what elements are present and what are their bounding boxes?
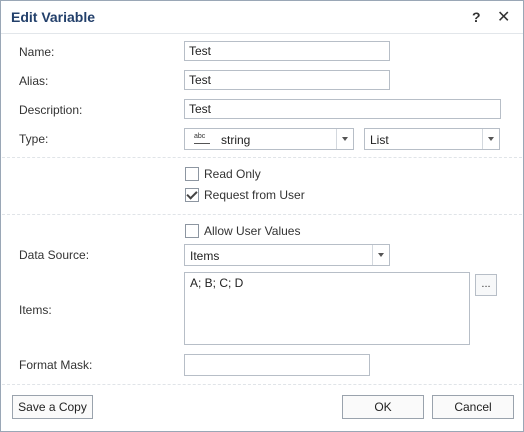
read-only-label: Read Only: [204, 167, 261, 181]
items-textarea[interactable]: A; B; C; D: [184, 272, 470, 345]
chevron-down-icon[interactable]: [482, 129, 499, 149]
allow-user-values-checkbox[interactable]: [185, 224, 199, 238]
name-input[interactable]: Test: [184, 41, 390, 61]
read-only-checkbox[interactable]: [185, 167, 199, 181]
data-source-value: Items: [190, 249, 220, 263]
description-label: Description:: [19, 103, 83, 117]
type-select-value: string: [221, 133, 251, 147]
alias-label: Alias:: [19, 74, 49, 88]
edit-variable-dialog: Edit Variable ? ✕ Name: Test Alias: Test…: [0, 0, 524, 432]
dialog-title: Edit Variable: [11, 9, 96, 25]
name-label: Name:: [19, 45, 55, 59]
kind-select[interactable]: List: [364, 128, 500, 150]
data-source-select[interactable]: Items: [184, 244, 390, 266]
type-label: Type:: [19, 132, 49, 146]
section-divider: [2, 157, 522, 158]
items-editor-button[interactable]: ...: [475, 274, 497, 296]
format-mask-input[interactable]: [184, 354, 370, 376]
help-icon[interactable]: ?: [472, 9, 481, 25]
abc-icon: abc: [194, 133, 210, 144]
close-icon[interactable]: ✕: [497, 7, 510, 27]
request-from-user-label: Request from User: [204, 188, 305, 202]
ok-button[interactable]: OK: [342, 395, 424, 419]
section-divider: [2, 384, 522, 385]
alias-input[interactable]: Test: [184, 70, 390, 90]
chevron-down-icon[interactable]: [336, 129, 353, 149]
description-input[interactable]: Test: [184, 99, 501, 119]
allow-user-values-label: Allow User Values: [204, 224, 301, 238]
chevron-down-icon[interactable]: [372, 245, 389, 265]
cancel-button[interactable]: Cancel: [432, 395, 514, 419]
data-source-label: Data Source:: [19, 248, 90, 262]
kind-select-value: List: [370, 133, 389, 147]
section-divider: [2, 214, 522, 215]
format-mask-label: Format Mask:: [19, 358, 93, 372]
items-label: Items:: [19, 303, 52, 317]
save-copy-button[interactable]: Save a Copy: [12, 395, 93, 419]
request-from-user-checkbox[interactable]: [185, 188, 199, 202]
type-select[interactable]: abc string: [184, 128, 354, 150]
dialog-titlebar: Edit Variable ? ✕: [1, 1, 523, 34]
